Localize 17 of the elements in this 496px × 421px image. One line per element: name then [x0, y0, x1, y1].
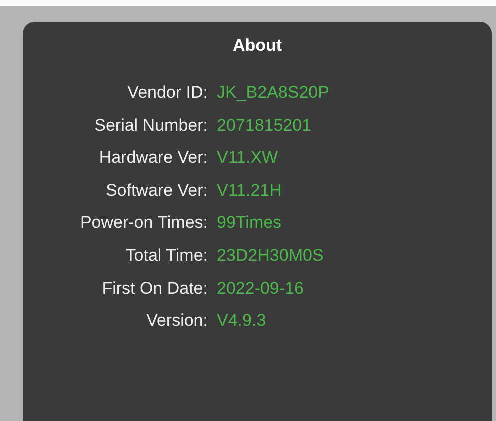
field-label: Software Ver:	[106, 180, 208, 202]
field-label: Hardware Ver:	[99, 148, 208, 169]
dialog-title: About	[232, 36, 282, 56]
field-value: V11.21H	[217, 180, 282, 202]
field-value: V4.9.3	[217, 311, 266, 332]
field-label: Power-on Times:	[80, 213, 208, 234]
field-label: First On Date:	[102, 278, 208, 300]
field-value: 23D2H30M0S	[217, 246, 324, 267]
field-value: JK_B2A8S20P	[217, 83, 330, 104]
field-value: 99Times	[217, 213, 282, 234]
field-value: 2071815201	[217, 116, 312, 136]
field-value: 2022-09-16	[217, 278, 304, 300]
field-label: Version:	[146, 311, 208, 332]
field-value: V11.XW	[217, 148, 278, 169]
field-label: Total Time:	[126, 246, 208, 267]
field-label: Serial Number:	[94, 116, 208, 136]
field-label: Vendor ID:	[128, 83, 208, 104]
